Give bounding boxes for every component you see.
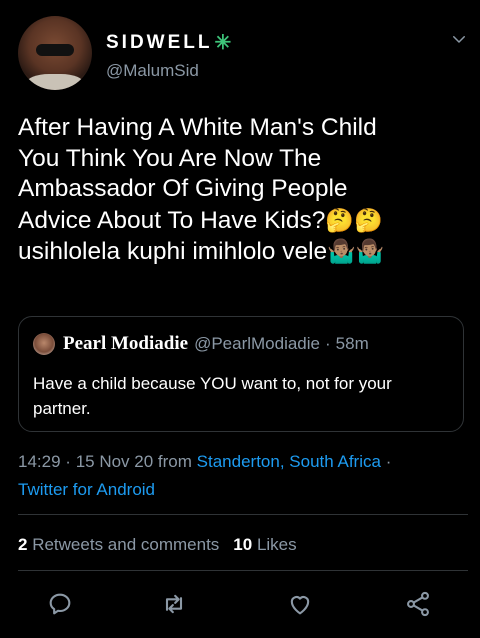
separator: · [65, 452, 71, 471]
retweets-label: Retweets and comments [32, 535, 220, 554]
tweet-date: 15 Nov 20 [75, 452, 154, 471]
tweet-header: SIDWELL ✳ @MalumSid [18, 16, 468, 96]
quoted-time: 58m [335, 334, 369, 353]
source-link[interactable]: Twitter for Android [18, 480, 155, 499]
display-name-text: SIDWELL [106, 31, 213, 53]
author-avatar[interactable] [18, 16, 92, 90]
tweet-line: Ambassador Of Giving People [18, 175, 348, 202]
sunglasses [36, 44, 74, 56]
retweets-count: 2 [18, 535, 28, 554]
likes-label: Likes [256, 535, 297, 554]
divider [18, 514, 468, 515]
reply-icon[interactable] [46, 590, 74, 618]
likes-stat[interactable]: 10 Likes [233, 535, 296, 555]
tweet-line: You Think You Are Now The [18, 144, 322, 172]
shrug-emoji-icon: 🤷🏽‍♂️🤷🏽‍♂️ [327, 238, 385, 264]
quoted-tweet-header: Pearl Modiadie @PearlModiadie · 58m [33, 333, 369, 355]
from-label: from [157, 452, 192, 471]
thinking-face-emoji-icon: 🤔🤔 [325, 206, 383, 233]
retweet-icon[interactable] [160, 590, 188, 618]
shirt [26, 74, 84, 90]
separator: · [325, 334, 331, 353]
like-icon[interactable] [286, 590, 314, 618]
separator: · [385, 452, 392, 471]
chevron-down-icon[interactable] [450, 30, 468, 48]
quoted-tweet[interactable]: Pearl Modiadie @PearlModiadie · 58m Have… [18, 316, 464, 432]
tweet-time: 14:29 [18, 452, 61, 471]
tweet-timestamp: 14:29 · 15 Nov 20 from Standerton, South… [18, 448, 468, 504]
quoted-tweet-text: Have a child because YOU want to, not fo… [33, 374, 392, 418]
flower-emoji-icon: ✳ [214, 32, 235, 54]
tweet-line-text: usihlolela kuphi imihlolo vele [18, 238, 328, 265]
tweet-line: usihlolela kuphi imihlolo vele🤷🏽‍♂️🤷🏽‍♂️ [18, 236, 473, 268]
tweet-stats: 2 Retweets and comments 10 Likes [18, 535, 311, 555]
divider [18, 570, 468, 571]
quoted-author-name: Pearl Modiadie [63, 333, 189, 354]
tweet-text: After Having A White Man's Child You Thi… [18, 113, 473, 268]
location-link[interactable]: Standerton, South Africa [197, 452, 381, 471]
author-handle[interactable]: @MalumSid [106, 61, 234, 81]
quoted-author-handle: @PearlModiadie [194, 334, 320, 353]
tweet-line: Advice About To Have Kids?🤔🤔 [18, 205, 473, 237]
author-names: SIDWELL ✳ @MalumSid [106, 30, 234, 81]
quoted-author-avatar [33, 333, 55, 355]
action-bar [0, 590, 480, 622]
author-display-name[interactable]: SIDWELL ✳ [106, 30, 234, 55]
tweet-line-text: Advice About To Have Kids? [18, 206, 326, 234]
tweet-line: After Having A White Man's Child [18, 114, 377, 141]
share-icon[interactable] [404, 590, 432, 618]
likes-count: 10 [233, 535, 253, 554]
retweets-stat[interactable]: 2 Retweets and comments [18, 535, 219, 555]
